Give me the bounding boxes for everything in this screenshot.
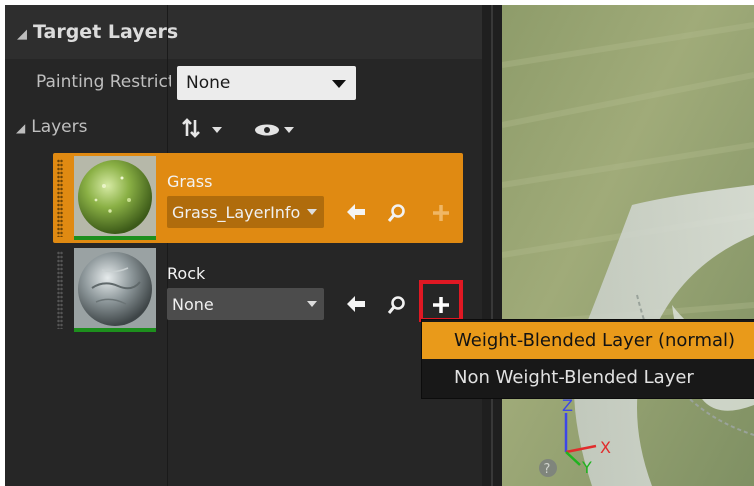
header-title: ◢ Target Layers	[17, 21, 178, 43]
use-selected-asset-arrow-icon[interactable]	[346, 203, 366, 221]
grass-thumbnail	[74, 156, 156, 238]
viewport-scene: Z X Y ?	[502, 5, 754, 486]
layer-row-grass[interactable]: Grass Grass_LayerInfo	[53, 153, 463, 243]
visibility-eye-icon	[255, 124, 279, 136]
layers-label[interactable]: ◢ Layers	[16, 117, 88, 137]
splitter-line	[491, 5, 493, 486]
question-help-icon[interactable]: ?	[539, 459, 557, 477]
menu-item-non-weight-blended[interactable]: Non Weight-Blended Layer	[422, 359, 754, 396]
target-layers-header[interactable]: ◢ Target Layers	[5, 5, 498, 59]
editor-frame: ◢ Target Layers Painting Restriction None…	[5, 5, 754, 486]
visibility-caret-icon	[284, 127, 294, 133]
collapse-triangle-icon[interactable]: ◢	[17, 27, 27, 42]
drag-handle[interactable]	[57, 159, 63, 237]
create-layer-info-plus-icon[interactable]	[432, 204, 450, 222]
rock-thumbnail	[74, 248, 156, 330]
gizmo-y-label: Y	[581, 458, 592, 477]
browse-magnifier-icon[interactable]	[387, 295, 407, 315]
browse-magnifier-icon[interactable]	[387, 203, 407, 223]
plus-button-highlight	[419, 280, 463, 322]
layer-info-value: Grass_LayerInfo	[172, 203, 300, 222]
dropdown-caret-icon	[307, 301, 317, 307]
layer-info-dropdown[interactable]: None	[167, 288, 324, 320]
gizmo-x-label: X	[600, 438, 611, 457]
layers-label-text: Layers	[31, 117, 88, 137]
dropdown-value: None	[186, 73, 231, 93]
collapse-triangle-icon: ◢	[16, 121, 26, 135]
sort-caret-icon	[212, 127, 222, 133]
layer-info-value: None	[172, 295, 214, 314]
menu-item-label: Non Weight-Blended Layer	[454, 367, 694, 388]
dropdown-caret-icon	[307, 209, 317, 215]
menu-item-label: Weight-Blended Layer (normal)	[454, 330, 736, 351]
dropdown-arrow-icon	[332, 80, 346, 88]
use-selected-asset-arrow-icon[interactable]	[346, 295, 366, 313]
layer-usage-bar	[74, 328, 156, 332]
panel-splitter[interactable]	[482, 5, 502, 486]
landscape-viewport[interactable]: Z X Y ?	[502, 5, 754, 486]
drag-handle[interactable]	[57, 251, 63, 329]
svg-text:?: ?	[544, 462, 551, 477]
layer-name: Grass	[167, 172, 213, 191]
painting-restriction-label: Painting Restriction	[36, 72, 171, 92]
layer-row-rock[interactable]: Rock None	[53, 245, 463, 335]
painting-restriction-dropdown[interactable]: None	[177, 66, 356, 100]
layer-info-dropdown[interactable]: Grass_LayerInfo	[167, 196, 324, 228]
landscape-paint-panel: ◢ Target Layers Painting Restriction None…	[5, 5, 498, 486]
menu-item-weight-blended[interactable]: Weight-Blended Layer (normal)	[422, 322, 754, 359]
layer-name: Rock	[167, 264, 206, 283]
layer-usage-bar	[74, 236, 156, 240]
sort-icon	[182, 118, 200, 138]
header-title-text: Target Layers	[33, 21, 179, 43]
create-layer-context-menu: Weight-Blended Layer (normal) Non Weight…	[421, 319, 754, 399]
